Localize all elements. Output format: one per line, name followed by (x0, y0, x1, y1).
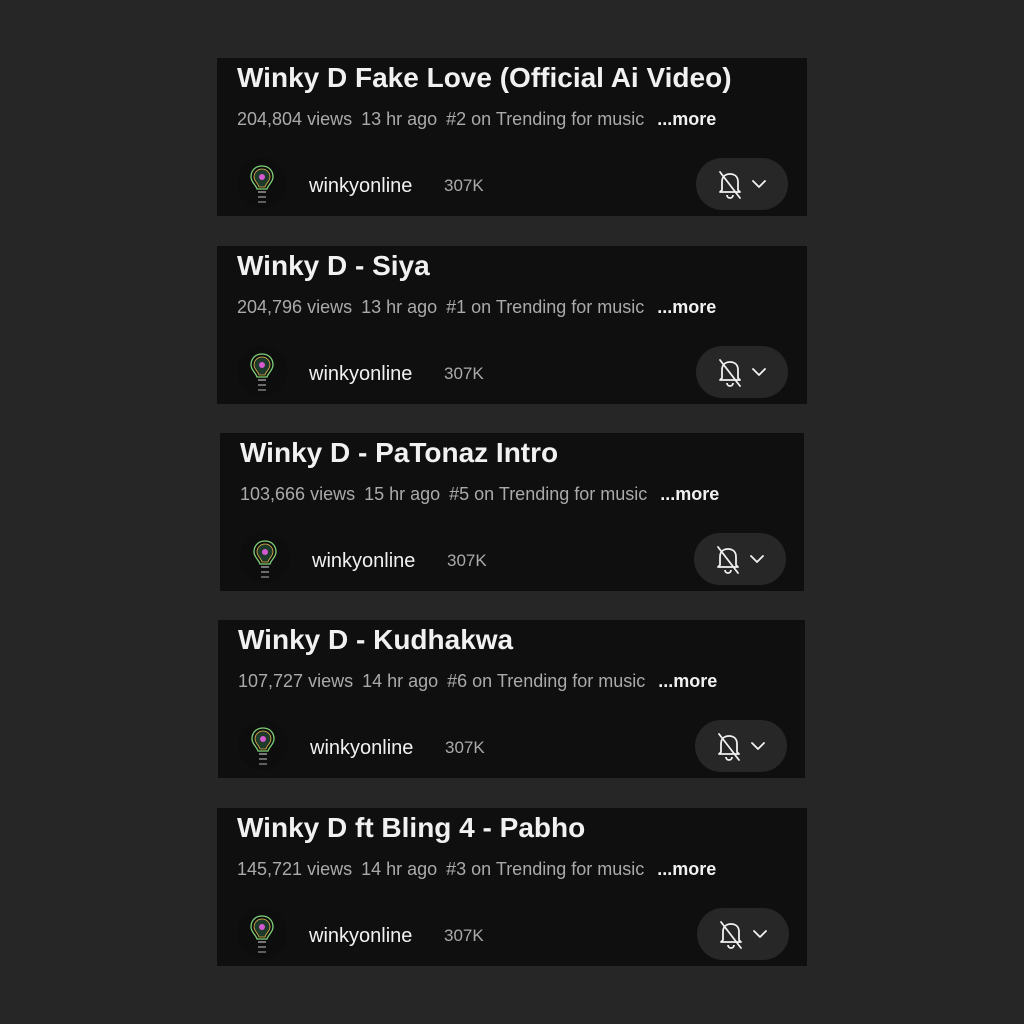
trending-rank: #1 on Trending for music (446, 297, 645, 317)
upload-age: 14 hr ago (361, 859, 438, 879)
video-meta: 107,727 views 14 hr ago #6 on Trending for… (238, 670, 717, 692)
subscriber-count: 307K (444, 926, 484, 945)
view-count: 145,721 views (237, 859, 353, 879)
chevron-down-icon (753, 930, 767, 938)
upload-age: 14 hr ago (362, 671, 439, 691)
channel-name[interactable]: winkyonline (309, 924, 412, 948)
video-card[interactable]: Winky D - Siya 204,796 views 13 hr ago #1 … (217, 246, 807, 404)
upload-age: 15 hr ago (364, 484, 441, 504)
video-meta: 204,804 views 13 hr ago #2 on Trending for… (237, 108, 716, 130)
notification-button[interactable] (695, 720, 787, 772)
view-count: 103,666 views (240, 484, 356, 504)
video-meta: 204,796 views 13 hr ago #1 on Trending for… (237, 296, 716, 318)
notification-button[interactable] (694, 533, 786, 585)
subscriber-count: 307K (445, 738, 485, 757)
channel-avatar[interactable] (240, 533, 290, 583)
view-count: 204,804 views (237, 109, 353, 129)
chevron-down-icon (750, 555, 764, 563)
more-link[interactable]: ...more (660, 484, 719, 504)
video-card[interactable]: Winky D ft Bling 4 - Pabho 145,721 views… (217, 808, 807, 966)
video-card[interactable]: Winky D - PaTonaz Intro 103,666 views 15 … (220, 433, 804, 591)
chevron-down-icon (751, 742, 765, 750)
bell-off-icon (719, 171, 741, 199)
video-card[interactable]: Winky D - Kudhakwa 107,727 views 14 hr ag… (218, 620, 805, 778)
upload-age: 13 hr ago (361, 297, 438, 317)
more-link[interactable]: ...more (658, 671, 717, 691)
channel-name[interactable]: winkyonline (312, 549, 415, 573)
more-link[interactable]: ...more (657, 297, 716, 317)
video-card[interactable]: Winky D Fake Love (Official Ai Video) 20… (217, 58, 807, 216)
trending-rank: #3 on Trending for music (446, 859, 645, 879)
subscriber-count: 307K (444, 364, 484, 383)
channel-avatar[interactable] (238, 720, 288, 770)
video-title[interactable]: Winky D - Siya (237, 248, 430, 284)
trending-rank: #6 on Trending for music (447, 671, 646, 691)
notification-button[interactable] (697, 908, 789, 960)
video-title[interactable]: Winky D - Kudhakwa (238, 622, 513, 658)
view-count: 204,796 views (237, 297, 353, 317)
channel-name[interactable]: winkyonline (310, 736, 413, 760)
bell-off-icon (719, 359, 741, 387)
notification-button[interactable] (696, 346, 788, 398)
video-title[interactable]: Winky D Fake Love (Official Ai Video) (237, 60, 732, 96)
bell-off-icon (717, 546, 739, 574)
more-link[interactable]: ...more (657, 109, 716, 129)
video-title[interactable]: Winky D ft Bling 4 - Pabho (237, 810, 585, 846)
bell-off-icon (718, 733, 740, 761)
channel-avatar[interactable] (237, 346, 287, 396)
more-link[interactable]: ...more (657, 859, 716, 879)
subscriber-count: 307K (444, 176, 484, 195)
chevron-down-icon (752, 180, 766, 188)
video-title[interactable]: Winky D - PaTonaz Intro (240, 435, 558, 471)
trending-rank: #2 on Trending for music (446, 109, 645, 129)
notification-button[interactable] (696, 158, 788, 210)
trending-rank: #5 on Trending for music (449, 484, 648, 504)
upload-age: 13 hr ago (361, 109, 438, 129)
channel-name[interactable]: winkyonline (309, 174, 412, 198)
channel-avatar[interactable] (237, 158, 287, 208)
video-meta: 103,666 views 15 hr ago #5 on Trending for… (240, 483, 719, 505)
video-meta: 145,721 views 14 hr ago #3 on Trending for… (237, 858, 716, 880)
channel-name[interactable]: winkyonline (309, 362, 412, 386)
channel-avatar[interactable] (237, 908, 287, 958)
bell-off-icon (720, 921, 742, 949)
subscriber-count: 307K (447, 551, 487, 570)
chevron-down-icon (752, 368, 766, 376)
view-count: 107,727 views (238, 671, 354, 691)
